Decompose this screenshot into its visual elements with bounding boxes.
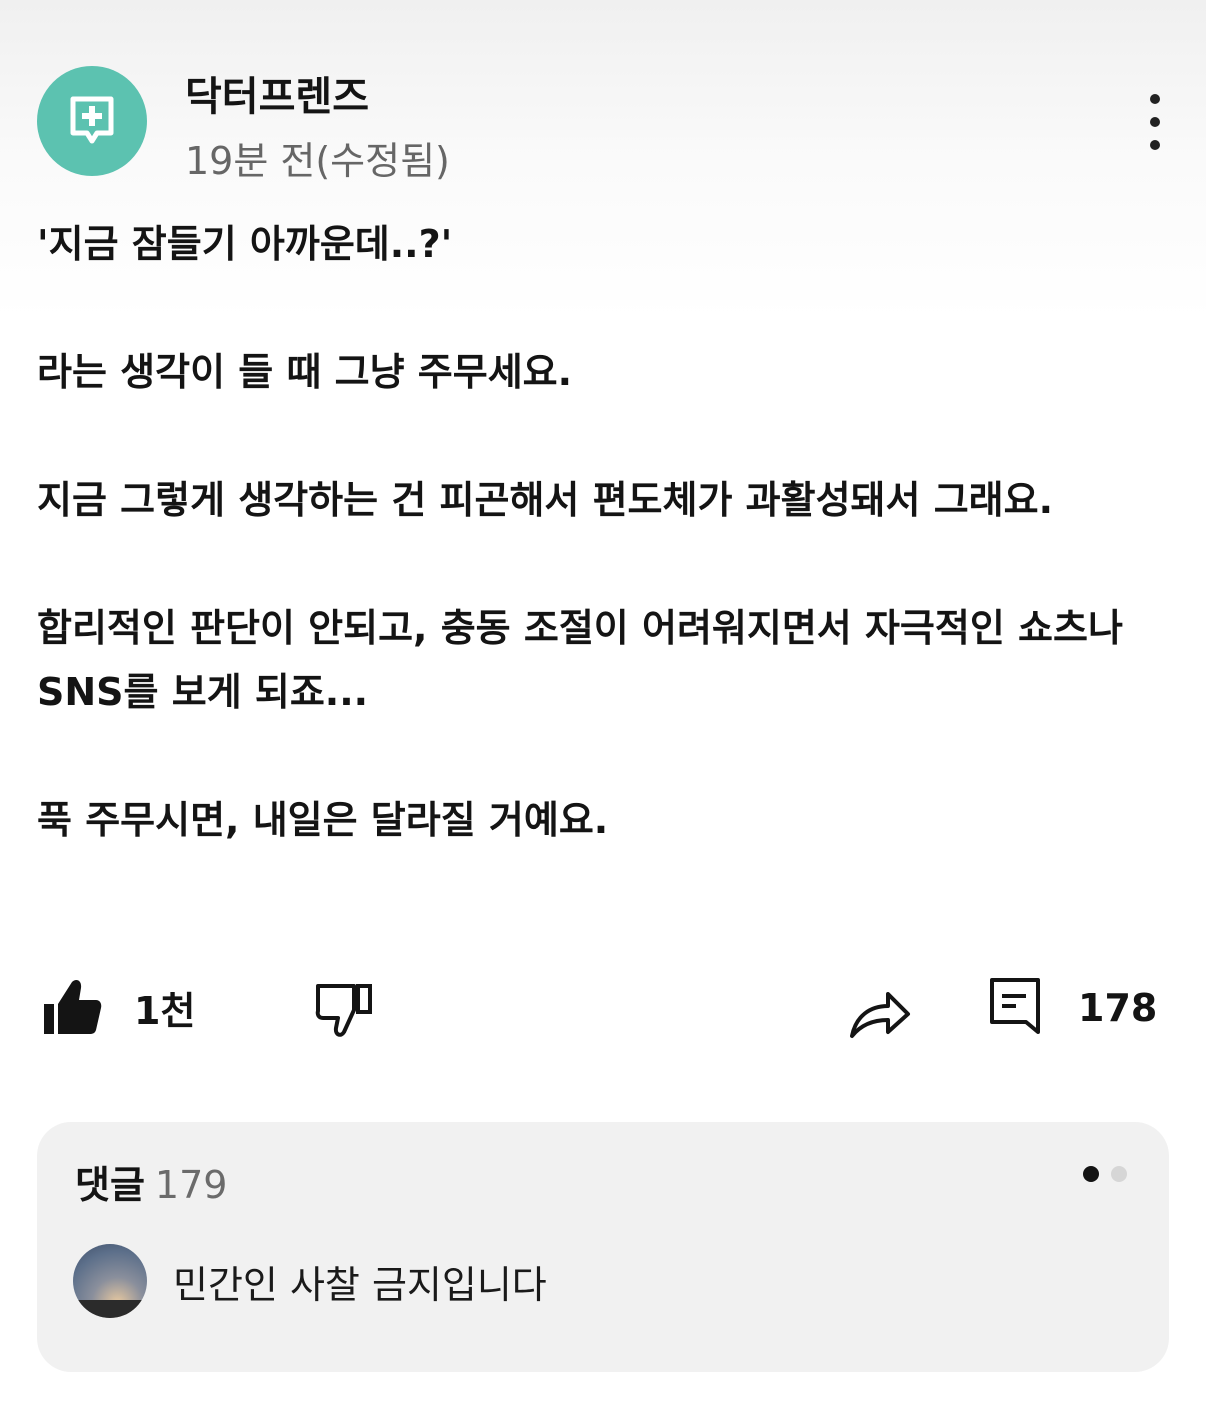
- more-dot-icon: [1150, 94, 1160, 104]
- pager-dot-active: [1083, 1166, 1099, 1182]
- more-dot-icon: [1150, 140, 1160, 150]
- thumbs-up-icon: [44, 980, 102, 1034]
- more-dot-icon: [1150, 117, 1160, 127]
- comments-pager: [1083, 1166, 1127, 1182]
- comments-panel[interactable]: 댓글 179 민간인 사찰 금지입니다: [37, 1122, 1169, 1372]
- like-count: 1천: [134, 988, 196, 1033]
- channel-name[interactable]: 닥터프렌즈: [185, 64, 369, 122]
- post-paragraph: '지금 잠들기 아까운데..?': [37, 222, 453, 266]
- like-button[interactable]: 1천: [42, 976, 195, 1038]
- comment-count: 178: [1078, 986, 1158, 1030]
- post-timestamp: 19분 전(수정됨): [185, 139, 450, 183]
- comment-text: 민간인 사찰 금지입니다: [173, 1262, 547, 1307]
- commenter-avatar: [73, 1244, 147, 1318]
- post-paragraph: 지금 그렇게 생각하는 건 피곤해서 편도체가 과활성돼서 그래요.: [37, 478, 1054, 522]
- medical-chat-icon: [70, 96, 114, 144]
- top-comment[interactable]: 민간인 사찰 금지입니다: [73, 1244, 547, 1318]
- comments-header: 댓글 179: [75, 1154, 227, 1209]
- post-body: '지금 잠들기 아까운데..?' 라는 생각이 들 때 그냥 주무세요. 지금 …: [37, 212, 1157, 852]
- post-paragraph: 합리적인 판단이 안되고, 충동 조절이 어려워지면서 자극적인 쇼츠나 SNS…: [37, 606, 1123, 714]
- post-header: 닥터프렌즈 19분 전(수정됨): [37, 64, 1169, 183]
- thumbs-down-icon: [315, 984, 372, 1037]
- comments-total: 179: [154, 1163, 228, 1207]
- pager-dot-inactive: [1111, 1166, 1127, 1182]
- share-arrow-icon: [850, 992, 910, 1038]
- comment-icon: [990, 978, 1040, 1034]
- post-paragraph: 라는 생각이 들 때 그냥 주무세요.: [37, 350, 573, 394]
- post-paragraph: 푹 주무시면, 내일은 달라질 거예요.: [37, 798, 609, 842]
- share-button[interactable]: [848, 982, 912, 1040]
- action-bar: 1천 178: [0, 970, 1206, 1050]
- dislike-button[interactable]: [314, 980, 374, 1040]
- comments-title: 댓글: [75, 1163, 145, 1207]
- more-options-button[interactable]: [1141, 94, 1169, 150]
- channel-avatar[interactable]: [37, 66, 147, 176]
- comment-button[interactable]: 178: [988, 976, 1157, 1040]
